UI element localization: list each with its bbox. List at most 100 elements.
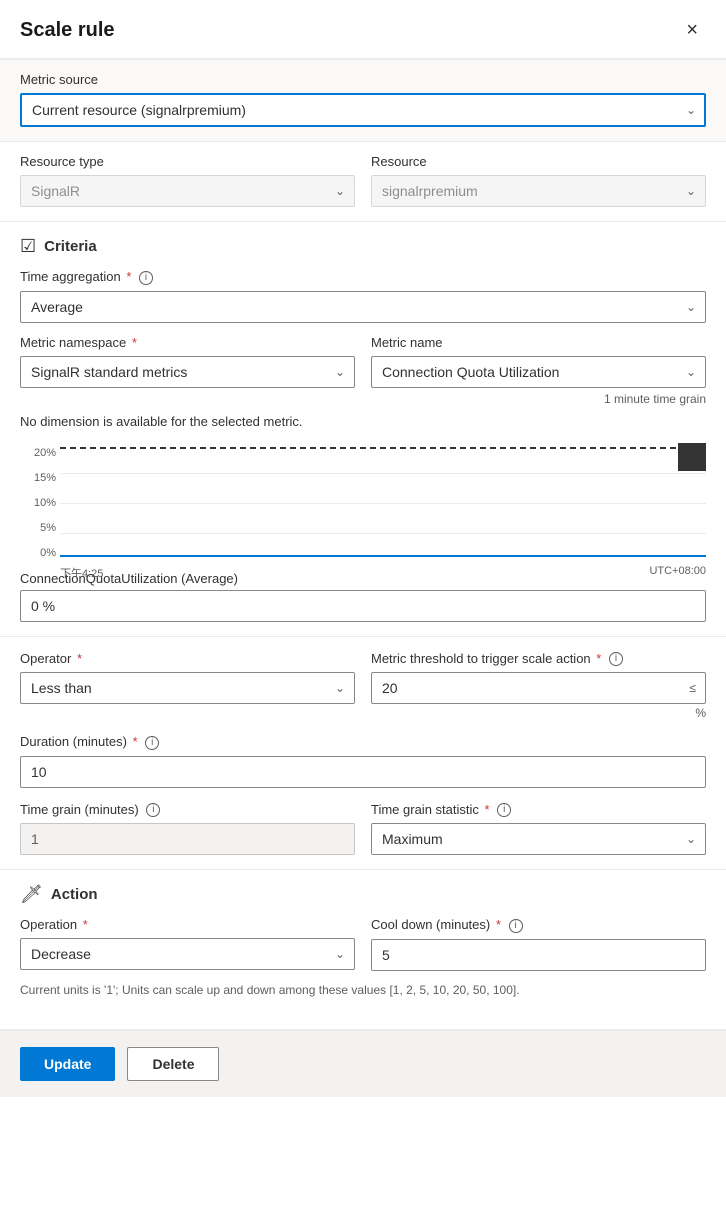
resource-type-label: Resource type <box>20 154 355 169</box>
duration-input[interactable] <box>20 756 706 788</box>
resource-select: signalrpremium <box>371 175 706 207</box>
operator-required: * <box>77 651 82 666</box>
operation-label: Operation * <box>20 917 355 932</box>
chart-area: 20% 15% 10% 5% 0% <box>20 443 706 563</box>
resource-type-col: Resource type SignalR ⌄ <box>20 154 355 207</box>
metric-source-select[interactable]: Current resource (signalrpremium) <box>20 93 706 127</box>
cool-down-label: Cool down (minutes) * i <box>371 917 706 933</box>
time-grain-section: Time grain (minutes) i Time grain statis… <box>0 802 726 870</box>
operator-label: Operator * <box>20 651 355 666</box>
metric-source-wrapper: Current resource (signalrpremium) ⌄ <box>20 93 706 127</box>
time-grain-statistic-select[interactable]: Average Minimum Maximum Sum <box>371 823 706 855</box>
time-grain-statistic-label: Time grain statistic * i <box>371 802 706 818</box>
metric-threshold-info-icon[interactable]: i <box>609 652 623 666</box>
metric-namespace-col: Metric namespace * SignalR standard metr… <box>20 335 355 388</box>
time-grain-row: Time grain (minutes) i Time grain statis… <box>20 802 706 856</box>
chart-grid <box>60 443 706 563</box>
metric-name-label: Metric name <box>371 335 706 350</box>
operation-required: * <box>83 917 88 932</box>
time-grain-statistic-required: * <box>485 802 490 817</box>
time-grain-statistic-info-icon[interactable]: i <box>497 803 511 817</box>
metric-threshold-required: * <box>596 651 601 666</box>
metric-threshold-col: Metric threshold to trigger scale action… <box>371 651 706 721</box>
no-dimension-note: No dimension is available for the select… <box>20 414 706 429</box>
metric-name-wrapper: Connection Quota Utilization ⌄ <box>371 356 706 388</box>
operation-select[interactable]: Increase count by Decrease count by Incr… <box>20 938 355 970</box>
action-header: 🗡 Action <box>20 884 706 905</box>
chart-inner: 20% 15% 10% 5% 0% <box>20 443 706 563</box>
metric-namespace-required: * <box>132 335 137 350</box>
y-label-15: 15% <box>20 472 56 484</box>
y-label-5: 5% <box>20 522 56 534</box>
chart-footer: 下午4:25 UTC+08:00 <box>20 565 706 581</box>
time-grain-statistic-wrapper: Average Minimum Maximum Sum ⌄ <box>371 823 706 855</box>
metric-threshold-select[interactable]: 20 <box>371 672 706 704</box>
operator-section: Operator * Less than Greater than Greate… <box>0 637 726 735</box>
y-axis-labels: 20% 15% 10% 5% 0% <box>20 443 56 563</box>
y-label-0: 0% <box>20 547 56 559</box>
time-grain-col: Time grain (minutes) i <box>20 802 355 856</box>
action-title: Action <box>51 886 98 903</box>
close-button[interactable]: × <box>678 16 706 44</box>
resource-section: Resource type SignalR ⌄ Resource signalr… <box>0 142 726 221</box>
metric-namespace-label: Metric namespace * <box>20 335 355 350</box>
metric-name-select[interactable]: Connection Quota Utilization <box>371 356 706 388</box>
helper-text: Current units is '1'; Units can scale up… <box>20 981 706 999</box>
time-grain-statistic-col: Time grain statistic * i Average Minimum… <box>371 802 706 856</box>
metric-threshold-unit: % <box>371 706 706 720</box>
metric-namespace-select[interactable]: SignalR standard metrics <box>20 356 355 388</box>
duration-section: Duration (minutes) * i <box>0 734 726 802</box>
criteria-section: ☑ Criteria Time aggregation * i Average … <box>0 222 726 636</box>
time-grain-note: 1 minute time grain <box>20 392 706 406</box>
resource-type-select: SignalR <box>20 175 355 207</box>
metric-namespace-wrapper: SignalR standard metrics ⌄ <box>20 356 355 388</box>
time-aggregation-label: Time aggregation * i <box>20 269 706 285</box>
operator-col: Operator * Less than Greater than Greate… <box>20 651 355 721</box>
operation-wrapper: Increase count by Decrease count by Incr… <box>20 938 355 970</box>
blue-baseline-line <box>60 555 706 557</box>
metric-threshold-wrapper: 20 ≤ <box>371 672 706 704</box>
criteria-header: ☑ Criteria <box>20 236 706 257</box>
chart-timezone-label: UTC+08:00 <box>649 565 706 581</box>
criteria-title: Criteria <box>44 238 97 255</box>
cool-down-required: * <box>496 917 501 932</box>
action-icon: 🗡 <box>20 884 43 905</box>
time-aggregation-select[interactable]: Average Minimum Maximum Total Last Count <box>20 291 706 323</box>
metric-namespace-row: Metric namespace * SignalR standard metr… <box>20 335 706 388</box>
scale-rule-panel: Scale rule × Metric source Current resou… <box>0 0 726 1232</box>
resource-label: Resource <box>371 154 706 169</box>
cool-down-info-icon[interactable]: i <box>509 919 523 933</box>
grid-line-15 <box>60 473 706 474</box>
delete-button[interactable]: Delete <box>127 1047 219 1081</box>
resource-type-wrapper: SignalR ⌄ <box>20 175 355 207</box>
operation-col: Operation * Increase count by Decrease c… <box>20 917 355 971</box>
time-aggregation-info-icon[interactable]: i <box>139 271 153 285</box>
metric-name-col: Metric name Connection Quota Utilization… <box>371 335 706 388</box>
resource-wrapper: signalrpremium ⌄ <box>371 175 706 207</box>
duration-label: Duration (minutes) * i <box>20 734 706 750</box>
chart-time-label: 下午4:25 <box>60 565 103 581</box>
footer-bar: Update Delete <box>0 1030 726 1097</box>
criteria-icon: ☑ <box>20 236 36 257</box>
y-label-20: 20% <box>20 447 56 459</box>
duration-info-icon[interactable]: i <box>145 736 159 750</box>
resource-col: Resource signalrpremium ⌄ <box>371 154 706 207</box>
time-aggregation-wrapper: Average Minimum Maximum Total Last Count… <box>20 291 706 323</box>
duration-required: * <box>133 734 138 749</box>
operator-row: Operator * Less than Greater than Greate… <box>20 651 706 721</box>
grid-line-10 <box>60 503 706 504</box>
panel-title: Scale rule <box>20 19 115 42</box>
cool-down-input[interactable] <box>371 939 706 971</box>
resource-row: Resource type SignalR ⌄ Resource signalr… <box>20 154 706 207</box>
cool-down-col: Cool down (minutes) * i <box>371 917 706 971</box>
operation-row: Operation * Increase count by Decrease c… <box>20 917 706 971</box>
metric-source-label: Metric source <box>20 72 706 87</box>
time-grain-input <box>20 823 355 855</box>
update-button[interactable]: Update <box>20 1047 115 1081</box>
operator-select[interactable]: Less than Greater than Greater than or e… <box>20 672 355 704</box>
dashed-threshold-line <box>60 447 706 449</box>
metric-source-section: Metric source Current resource (signalrp… <box>0 59 726 142</box>
chart-thumbnail <box>678 443 706 471</box>
time-grain-info-icon[interactable]: i <box>146 803 160 817</box>
metric-value-input[interactable] <box>20 590 706 622</box>
